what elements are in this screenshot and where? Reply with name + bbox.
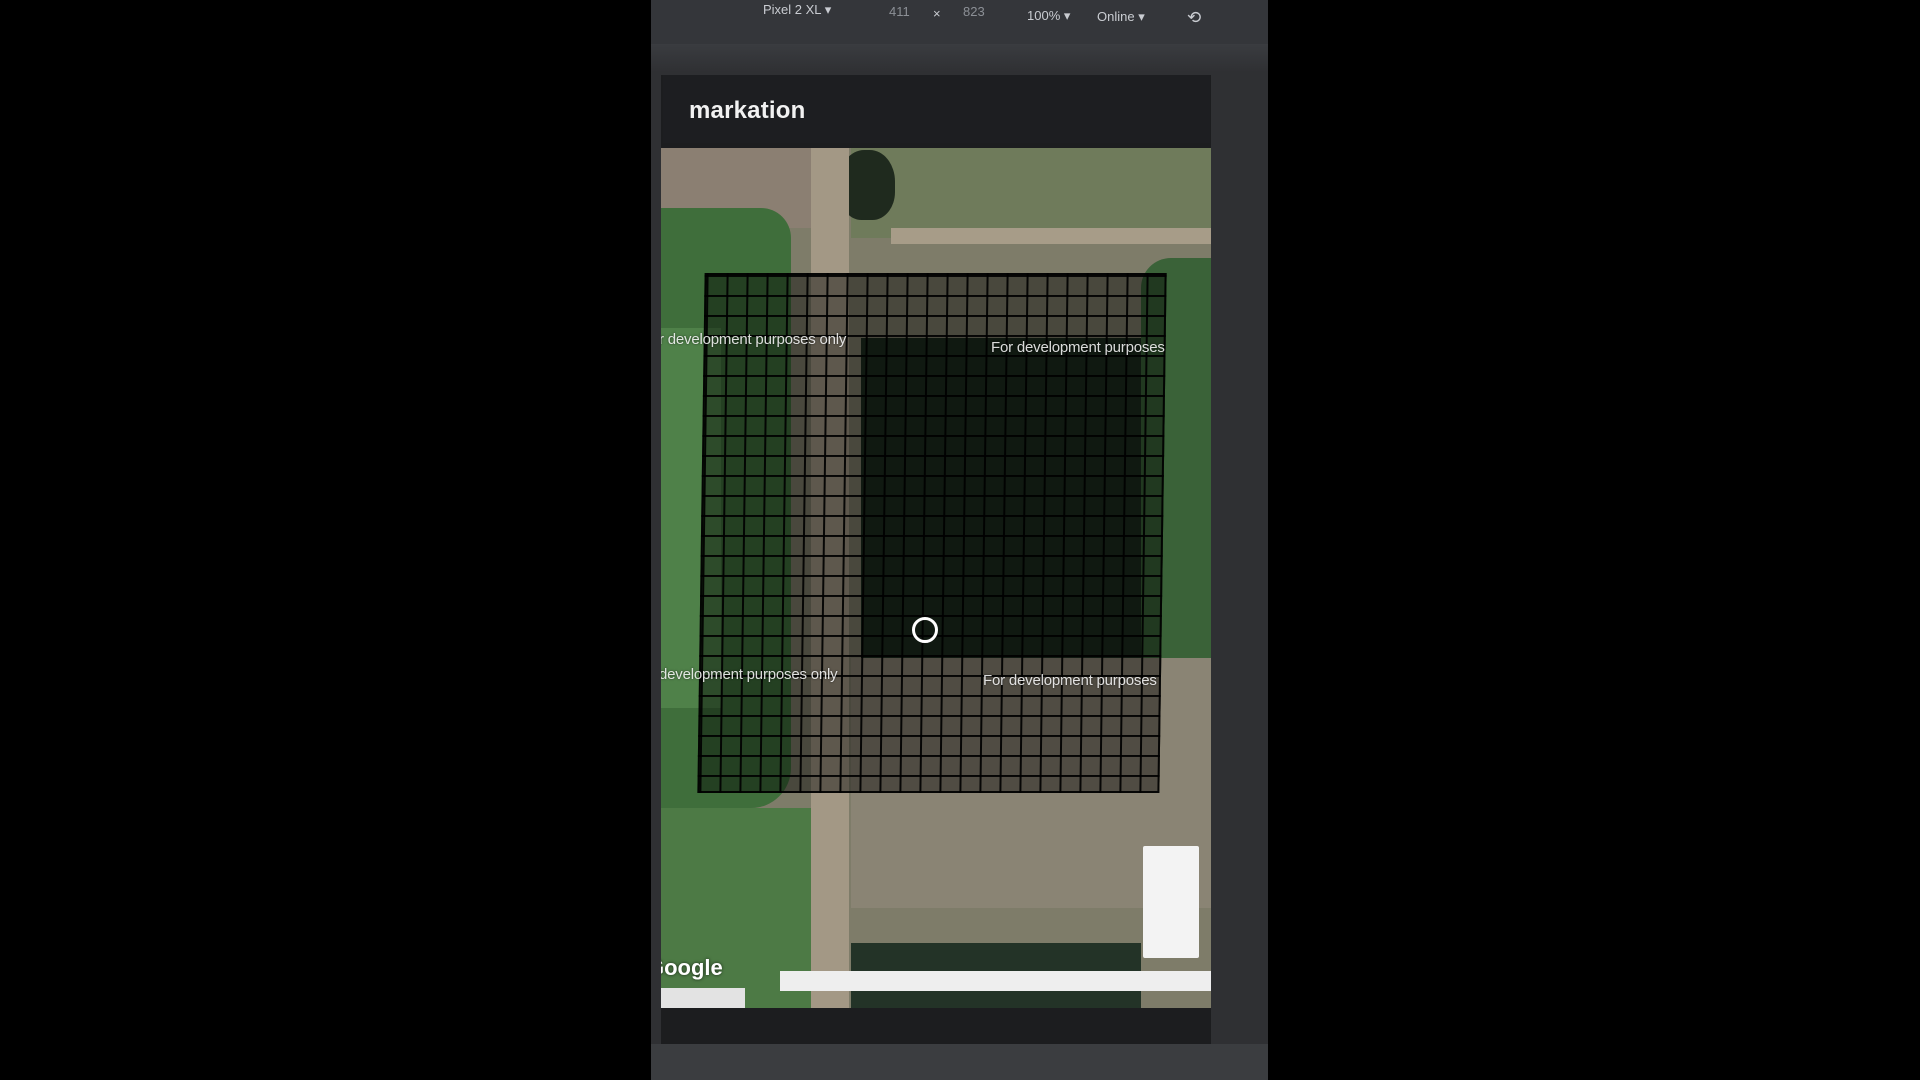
app-header: markation [663, 75, 1210, 143]
watermark-text: r development purposes only [661, 331, 847, 348]
satellite-map[interactable]: r development purposes only For developm… [661, 148, 1211, 1008]
zoom-select[interactable]: 100% ▾ [1027, 8, 1070, 24]
device-toolbar: Pixel 2 XL ▾ 411 × 823 100% ▾ Online ▾ ⟲ [651, 0, 1268, 44]
times-symbol: × [933, 6, 941, 21]
emulator-bottom-edge [651, 1044, 1268, 1080]
chevron-down-icon: ▾ [1138, 9, 1145, 24]
device-select[interactable]: Pixel 2 XL ▾ [763, 2, 831, 18]
network-label: Online [1097, 9, 1135, 24]
watermark-text: For development purposes [991, 339, 1165, 356]
app-title: markation [689, 97, 806, 124]
width-input[interactable]: 411 [889, 4, 910, 19]
device-emulator: Pixel 2 XL ▾ 411 × 823 100% ▾ Online ▾ ⟲… [651, 0, 1268, 1080]
rotate-icon[interactable]: ⟲ [1187, 8, 1201, 28]
map-attribution-bar [780, 971, 1211, 991]
chevron-down-icon: ▾ [1063, 8, 1071, 23]
height-input[interactable]: 823 [963, 4, 985, 19]
zoom-label: 100% [1027, 8, 1061, 23]
map-control-panel[interactable] [1143, 846, 1199, 958]
mobile-viewport: markation r development purposes only Fo… [661, 75, 1211, 1050]
network-throttle-select[interactable]: Online ▾ [1097, 9, 1145, 25]
scale-chip [661, 988, 745, 1008]
watermark-text: For development purposes [983, 672, 1157, 689]
toolbar-divider [651, 44, 1268, 72]
top-dirt-road [891, 228, 1211, 244]
google-logo: Google [661, 955, 723, 980]
chevron-down-icon: ▾ [824, 2, 832, 17]
watermark-text: development purposes only [661, 666, 838, 683]
device-label: Pixel 2 XL [763, 2, 822, 17]
circle-outline-icon[interactable] [912, 617, 938, 643]
top-right-field [851, 148, 1211, 238]
